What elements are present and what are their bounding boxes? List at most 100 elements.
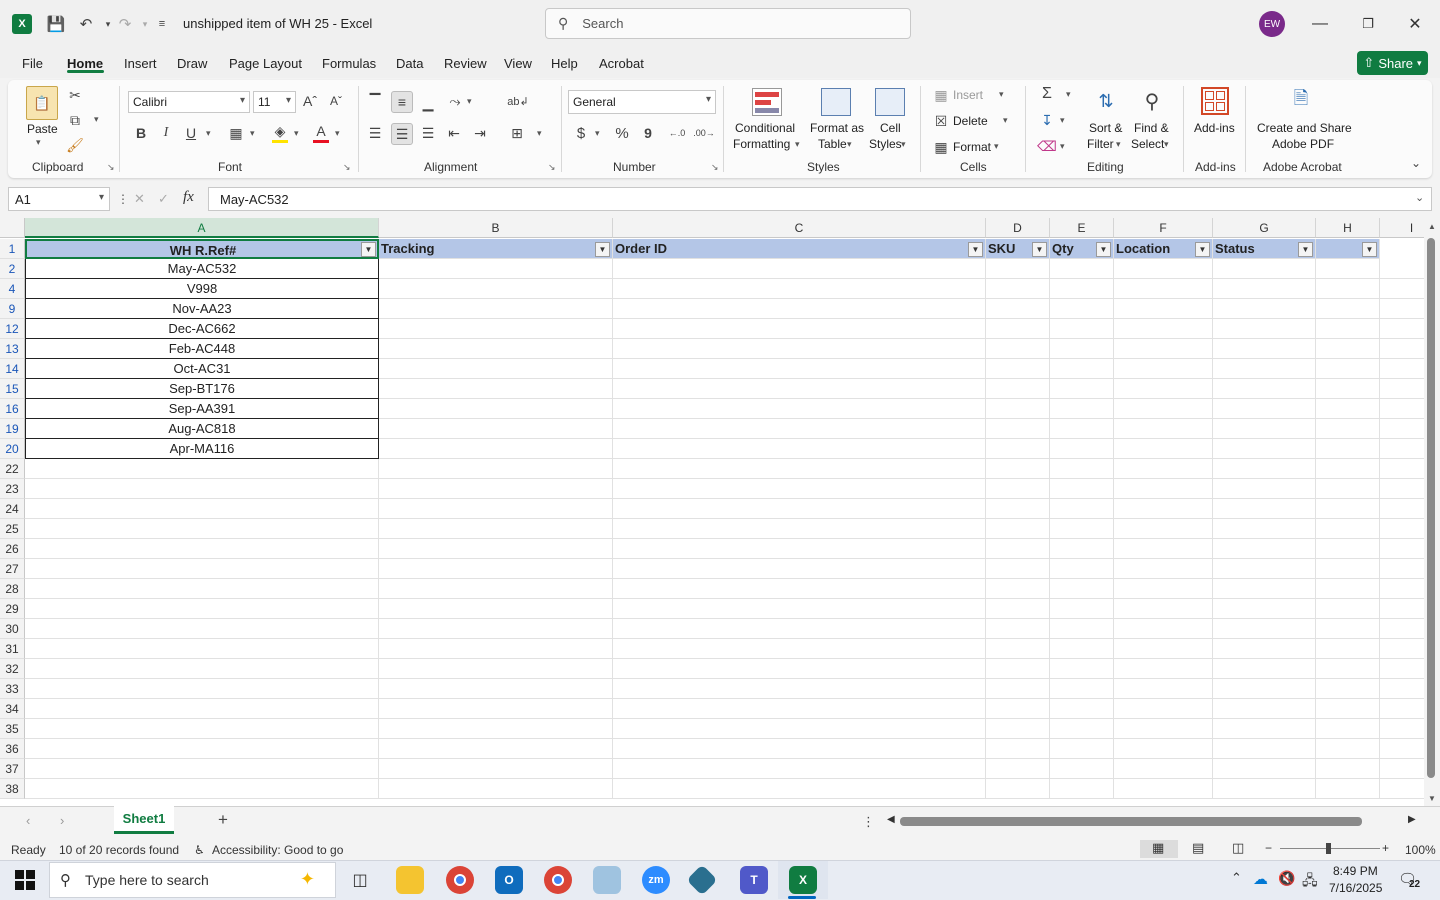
empty-cell[interactable]: [1114, 559, 1213, 579]
chevron-down-icon[interactable]: ▾: [795, 139, 800, 150]
increase-indent-icon[interactable]: ⇥: [471, 124, 489, 142]
row-header[interactable]: 12: [0, 319, 25, 339]
empty-cell[interactable]: [1050, 399, 1114, 419]
empty-cell[interactable]: [1380, 579, 1424, 599]
column-header-d[interactable]: D: [986, 218, 1050, 238]
chevron-down-icon[interactable]: ▾: [1060, 141, 1065, 152]
empty-cell[interactable]: [613, 299, 986, 319]
app-icon[interactable]: [593, 866, 621, 894]
empty-cell[interactable]: [1050, 379, 1114, 399]
middle-align-icon[interactable]: ≡: [391, 91, 413, 113]
empty-cell[interactable]: [1114, 579, 1213, 599]
format-as-table-label[interactable]: Table: [818, 137, 847, 151]
empty-cell[interactable]: [613, 419, 986, 439]
empty-cell[interactable]: [613, 279, 986, 299]
empty-cell[interactable]: [1114, 779, 1213, 799]
underline-dropdown-icon[interactable]: ▾: [206, 128, 211, 139]
filter-applied-icon[interactable]: ▼: [595, 242, 610, 257]
row-header[interactable]: 25: [0, 519, 25, 539]
empty-cell[interactable]: [1380, 619, 1424, 639]
scroll-up-icon[interactable]: ▲: [1428, 222, 1436, 231]
volume-icon[interactable]: 🔇: [1278, 870, 1295, 887]
empty-cell[interactable]: [613, 319, 986, 339]
empty-cell[interactable]: [1316, 299, 1380, 319]
empty-cell[interactable]: [1114, 399, 1213, 419]
paste-icon[interactable]: 📋: [26, 86, 58, 120]
empty-cell[interactable]: [1213, 579, 1316, 599]
chevron-down-icon[interactable]: ▾: [1116, 139, 1121, 150]
vertical-scroll-thumb[interactable]: [1427, 238, 1435, 778]
empty-cell[interactable]: [1316, 559, 1380, 579]
empty-cell[interactable]: [25, 679, 379, 699]
empty-cell[interactable]: [1380, 739, 1424, 759]
number-launcher-icon[interactable]: ↘: [711, 162, 719, 173]
cell-wh-ref[interactable]: Nov-AA23: [25, 299, 379, 319]
scroll-down-icon[interactable]: ▼: [1428, 794, 1436, 803]
empty-cell[interactable]: [1050, 679, 1114, 699]
empty-cell[interactable]: [986, 679, 1050, 699]
row-header[interactable]: 9: [0, 299, 25, 319]
empty-cell[interactable]: [1316, 639, 1380, 659]
clock-date[interactable]: 7/16/2025: [1329, 881, 1382, 895]
empty-cell[interactable]: [986, 279, 1050, 299]
tab-draw[interactable]: Draw: [177, 56, 207, 71]
row-header[interactable]: 13: [0, 339, 25, 359]
empty-cell[interactable]: [986, 259, 1050, 279]
empty-cell[interactable]: [379, 699, 613, 719]
row-header[interactable]: 26: [0, 539, 25, 559]
empty-cell[interactable]: [1114, 759, 1213, 779]
format-cells-button[interactable]: Format: [953, 140, 991, 154]
chevron-down-icon[interactable]: ▾: [1164, 139, 1169, 150]
add-ins-button[interactable]: Add-ins: [1194, 121, 1235, 135]
empty-cell[interactable]: [1050, 419, 1114, 439]
empty-cell[interactable]: [1114, 499, 1213, 519]
cell-wh-ref[interactable]: Sep-AA391: [25, 399, 379, 419]
chevron-down-icon[interactable]: ▾: [901, 139, 906, 150]
empty-cell[interactable]: [1050, 619, 1114, 639]
empty-cell[interactable]: [1380, 319, 1424, 339]
top-align-icon[interactable]: ▔: [366, 92, 384, 110]
empty-cell[interactable]: [1380, 479, 1424, 499]
empty-cell[interactable]: [986, 439, 1050, 459]
row-header[interactable]: 36: [0, 739, 25, 759]
empty-cell[interactable]: [1380, 259, 1424, 279]
wrap-text-icon[interactable]: ab↲: [507, 92, 528, 110]
empty-cell[interactable]: [986, 479, 1050, 499]
empty-cell[interactable]: [1213, 319, 1316, 339]
empty-cell[interactable]: [1050, 539, 1114, 559]
empty-cell[interactable]: [379, 319, 613, 339]
cell-wh-ref[interactable]: Apr-MA116: [25, 439, 379, 459]
sort-filter-button[interactable]: Sort &: [1089, 121, 1122, 135]
empty-cell[interactable]: [986, 459, 1050, 479]
empty-cell[interactable]: [986, 599, 1050, 619]
row-header[interactable]: 24: [0, 499, 25, 519]
row-header[interactable]: 34: [0, 699, 25, 719]
empty-cell[interactable]: [613, 779, 986, 799]
empty-cell[interactable]: [25, 599, 379, 619]
chrome-profile-icon[interactable]: [544, 866, 572, 894]
empty-cell[interactable]: [1316, 679, 1380, 699]
empty-cell[interactable]: [1050, 319, 1114, 339]
comma-style-button[interactable]: 9: [639, 124, 657, 142]
empty-cell[interactable]: [379, 359, 613, 379]
empty-cell[interactable]: [1050, 739, 1114, 759]
empty-cell[interactable]: [1380, 519, 1424, 539]
empty-cell[interactable]: [379, 499, 613, 519]
header-cell-wh-ref[interactable]: WH R.Ref#: [25, 239, 379, 259]
empty-cell[interactable]: [1380, 699, 1424, 719]
empty-cell[interactable]: [613, 559, 986, 579]
empty-cell[interactable]: [1050, 599, 1114, 619]
empty-cell[interactable]: [613, 679, 986, 699]
onedrive-icon[interactable]: ☁: [1253, 870, 1268, 888]
empty-cell[interactable]: [1050, 559, 1114, 579]
empty-cell[interactable]: [986, 419, 1050, 439]
column-header-i[interactable]: I: [1380, 218, 1424, 238]
chevron-down-icon[interactable]: ▾: [999, 89, 1004, 100]
orientation-dropdown-icon[interactable]: ▾: [467, 96, 472, 107]
tab-acrobat[interactable]: Acrobat: [599, 56, 644, 71]
expand-formula-bar-icon[interactable]: ⌄: [1415, 191, 1424, 204]
empty-cell[interactable]: [1380, 459, 1424, 479]
empty-cell[interactable]: [1380, 399, 1424, 419]
empty-cell[interactable]: [1380, 679, 1424, 699]
format-as-table-button[interactable]: Format as: [810, 121, 864, 135]
